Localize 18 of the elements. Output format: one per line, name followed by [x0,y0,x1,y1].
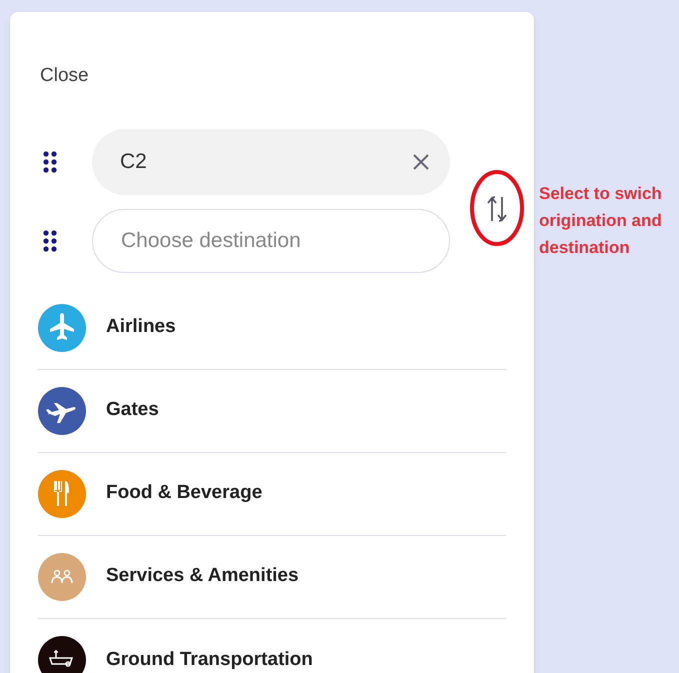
category-item[interactable]: Airlines [38,286,506,370]
category-label: Services & Amenities [106,564,299,588]
close-icon[interactable] [412,152,430,170]
category-label: Food & Beverage [106,481,262,506]
category-item[interactable]: Services & Amenities [38,536,506,618]
origin-field[interactable]: C2 [92,128,450,194]
category-item[interactable]: Food & Beverage [38,452,506,536]
destination-field[interactable]: Choose destination [92,208,450,272]
category-item[interactable]: Gates [38,370,506,452]
origin-input[interactable]: C2 [120,146,412,178]
category-label: Airlines [106,315,176,340]
category-item[interactable]: Ground Transportation [38,618,506,673]
category-label: Gates [106,398,159,422]
drag-handle-icon[interactable] [43,150,57,172]
category-label: Ground Transportation [106,648,313,672]
annotation-text: Select to swich origination and destination [539,183,663,259]
drag-handle-icon[interactable] [43,230,57,252]
close-button[interactable]: Close [38,62,91,90]
